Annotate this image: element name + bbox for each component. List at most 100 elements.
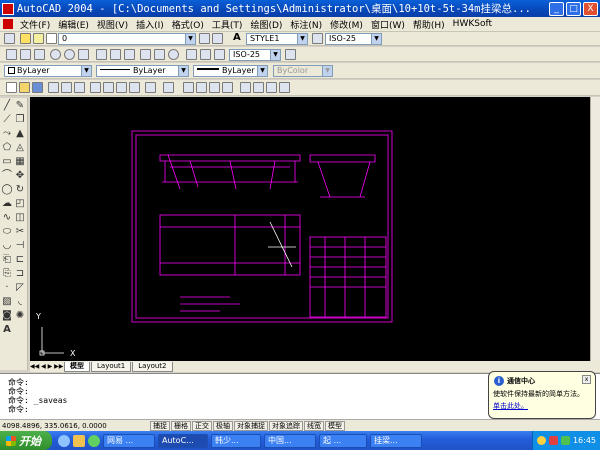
hatch-icon[interactable]: ▨ bbox=[1, 296, 13, 308]
explode-icon[interactable]: ✺ bbox=[14, 310, 26, 322]
spline-icon[interactable]: ∿ bbox=[1, 212, 13, 224]
close-button[interactable]: X bbox=[583, 1, 598, 16]
publish-icon[interactable] bbox=[74, 82, 85, 93]
menu-view[interactable]: 视图(V) bbox=[93, 18, 132, 31]
leader-icon[interactable] bbox=[140, 49, 151, 60]
copy-object-icon[interactable]: ❐ bbox=[14, 114, 26, 126]
color-dropdown[interactable]: ByLayer ▼ bbox=[4, 65, 92, 77]
zoom-previous-icon[interactable] bbox=[222, 82, 233, 93]
paste-icon[interactable] bbox=[116, 82, 127, 93]
ellipse-arc-icon[interactable]: ◡ bbox=[1, 240, 13, 252]
linetype-dropdown[interactable]: ByLayer ▼ bbox=[96, 65, 189, 77]
chamfer-icon[interactable]: ◸ bbox=[14, 282, 26, 294]
print-preview-icon[interactable] bbox=[61, 82, 72, 93]
tab-model[interactable]: 模型 bbox=[64, 361, 90, 372]
dim-edit-icon[interactable] bbox=[186, 49, 197, 60]
menu-dimension[interactable]: 标注(N) bbox=[286, 18, 326, 31]
pan-icon[interactable] bbox=[183, 82, 194, 93]
layer-on-icon[interactable] bbox=[20, 33, 31, 44]
dim-style-icon[interactable] bbox=[312, 33, 323, 44]
construction-line-icon[interactable]: ⟋ bbox=[1, 114, 13, 126]
menu-edit[interactable]: 编辑(E) bbox=[54, 18, 93, 31]
fillet-icon[interactable]: ◟ bbox=[14, 296, 26, 308]
cut-icon[interactable] bbox=[90, 82, 101, 93]
match-properties-icon[interactable] bbox=[129, 82, 140, 93]
media-quicklaunch-icon[interactable] bbox=[88, 434, 100, 447]
rectangle-icon[interactable]: ▭ bbox=[1, 156, 13, 168]
autocad-app-icon[interactable] bbox=[2, 2, 14, 15]
revcloud-icon[interactable]: ☁ bbox=[1, 198, 13, 210]
break-icon[interactable]: ⊏ bbox=[14, 254, 26, 266]
center-mark-icon[interactable] bbox=[168, 49, 179, 60]
array-icon[interactable]: ▦ bbox=[14, 156, 26, 168]
tab-layout2[interactable]: Layout2 bbox=[132, 361, 173, 372]
lineweight-dropdown[interactable]: ByLayer ▼ bbox=[193, 65, 268, 77]
ordinate-dim-icon[interactable] bbox=[34, 49, 45, 60]
menu-file[interactable]: 文件(F) bbox=[16, 18, 54, 31]
undo-icon[interactable] bbox=[145, 82, 156, 93]
new-file-icon[interactable] bbox=[6, 82, 17, 93]
tool-palettes-icon[interactable] bbox=[266, 82, 277, 93]
vertical-scrollbar[interactable] bbox=[590, 97, 600, 361]
polygon-icon[interactable]: ⬠ bbox=[1, 142, 13, 154]
balloon-close-button[interactable]: x bbox=[582, 375, 591, 384]
model-toggle[interactable]: 模型 bbox=[325, 420, 345, 431]
grid-toggle[interactable]: 栅格 bbox=[171, 420, 191, 431]
trim-icon[interactable]: ✂ bbox=[14, 226, 26, 238]
task-button-autocad[interactable]: AutoC... bbox=[158, 433, 208, 448]
layer-freeze-icon[interactable] bbox=[33, 33, 44, 44]
tray-security-icon[interactable] bbox=[548, 436, 558, 445]
task-button-china[interactable]: 中国... bbox=[264, 433, 316, 448]
make-current-layer-icon[interactable] bbox=[199, 33, 210, 44]
task-button-qi[interactable]: 起 ... bbox=[319, 433, 367, 448]
tray-network-icon[interactable] bbox=[536, 436, 546, 445]
make-block-icon[interactable]: ⎘ bbox=[1, 268, 13, 280]
ie-quicklaunch-icon[interactable] bbox=[58, 434, 70, 447]
maximize-button[interactable]: □ bbox=[566, 1, 581, 16]
dim-style-manager-icon[interactable] bbox=[285, 49, 296, 60]
extend-icon[interactable]: ⊣ bbox=[14, 240, 26, 252]
zoom-realtime-icon[interactable] bbox=[196, 82, 207, 93]
line-icon[interactable]: ╱ bbox=[1, 100, 13, 112]
task-button-gualiang[interactable]: 挂梁... bbox=[370, 433, 422, 448]
menu-modify[interactable]: 修改(M) bbox=[326, 18, 367, 31]
menu-insert[interactable]: 插入(I) bbox=[132, 18, 168, 31]
zoom-window-icon[interactable] bbox=[209, 82, 220, 93]
document-icon[interactable] bbox=[3, 19, 13, 29]
offset-icon[interactable]: ◬ bbox=[14, 142, 26, 154]
stretch-icon[interactable]: ◫ bbox=[14, 212, 26, 224]
text-style-dropdown[interactable]: STYLE1 ▼ bbox=[246, 33, 308, 45]
move-icon[interactable]: ✥ bbox=[14, 170, 26, 182]
circle-icon[interactable]: ◯ bbox=[1, 184, 13, 196]
aligned-dim-icon[interactable] bbox=[20, 49, 31, 60]
task-button-netease[interactable]: 网易 ... bbox=[103, 433, 155, 448]
dim-update-icon[interactable] bbox=[214, 49, 225, 60]
minimize-button[interactable]: _ bbox=[549, 1, 564, 16]
linear-dim-icon[interactable] bbox=[6, 49, 17, 60]
copy-icon[interactable] bbox=[103, 82, 114, 93]
ortho-toggle[interactable]: 正交 bbox=[192, 420, 212, 431]
dim-style-dropdown-2[interactable]: ISO-25 ▼ bbox=[229, 49, 281, 61]
menu-help[interactable]: 帮助(H) bbox=[409, 18, 449, 31]
folder-quicklaunch-icon[interactable] bbox=[73, 434, 85, 447]
properties-icon[interactable] bbox=[240, 82, 251, 93]
layer-manager-icon[interactable] bbox=[4, 33, 15, 44]
start-button[interactable]: 开始 bbox=[0, 431, 52, 450]
help-icon[interactable] bbox=[279, 82, 290, 93]
task-button-han[interactable]: 韩少... bbox=[211, 433, 261, 448]
lineweight-toggle[interactable]: 线宽 bbox=[304, 420, 324, 431]
otrack-toggle[interactable]: 对象追踪 bbox=[269, 420, 303, 431]
rotate-icon[interactable]: ↻ bbox=[14, 184, 26, 196]
redo-icon[interactable] bbox=[163, 82, 174, 93]
polar-toggle[interactable]: 极轴 bbox=[213, 420, 233, 431]
polyline-icon[interactable]: ⤳ bbox=[1, 128, 13, 140]
clock[interactable]: 16:45 bbox=[573, 436, 596, 445]
layer-previous-icon[interactable] bbox=[212, 33, 223, 44]
scale-icon[interactable]: ◰ bbox=[14, 198, 26, 210]
point-icon[interactable]: · bbox=[1, 282, 13, 294]
menu-tools[interactable]: 工具(T) bbox=[208, 18, 247, 31]
region-icon[interactable]: ◙ bbox=[1, 310, 13, 322]
menu-window[interactable]: 窗口(W) bbox=[367, 18, 409, 31]
arc-icon[interactable]: ⌒ bbox=[1, 170, 13, 182]
balloon-link[interactable]: 单击此处。 bbox=[493, 401, 591, 411]
